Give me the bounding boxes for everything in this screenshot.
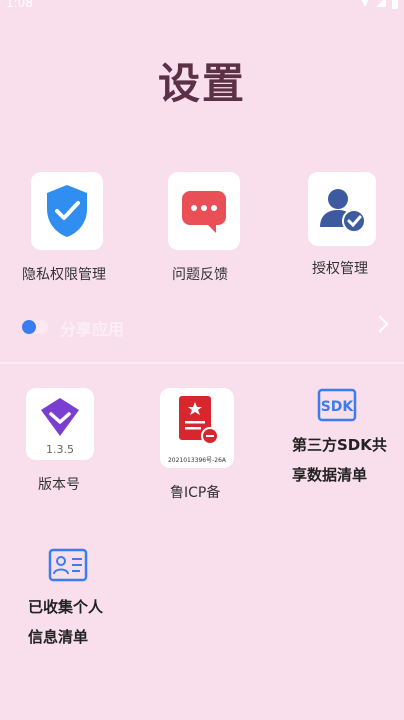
feedback-label: 问题反馈 [172, 267, 228, 283]
sdk-badge-text: SDK [321, 399, 355, 415]
wifi-icon [360, 0, 370, 7]
personal-info-label-line2: 信息清单 [28, 628, 89, 646]
sdk-label-line1: 第三方SDK共 [292, 436, 387, 454]
sdk-list-button[interactable]: SDK 第三方SDK共 享数据清单 [290, 386, 394, 490]
share-dot-icon [22, 320, 36, 334]
chevron-right-icon [371, 315, 389, 333]
status-time: 1:08 [6, 0, 33, 10]
divider [0, 362, 404, 364]
chat-bubble-icon [182, 191, 226, 233]
privacy-permission-label: 隐私权限管理 [22, 267, 106, 283]
status-bar: 1:08 [0, 0, 404, 14]
share-app-row[interactable]: 分享应用 [0, 310, 404, 346]
icp-number-text: 2021013396号-26A [167, 457, 227, 464]
version-badge-icon [41, 398, 79, 436]
share-app-label: 分享应用 [60, 320, 125, 339]
id-card-icon [48, 548, 88, 582]
icp-label: 鲁ICP备 [170, 485, 221, 501]
page-title: 设置 [157, 59, 246, 108]
feedback-button[interactable] [168, 172, 240, 250]
authorization-label: 授权管理 [312, 261, 368, 277]
authorization-button[interactable] [308, 172, 376, 246]
icp-button[interactable]: 2021013396号-26A [160, 388, 234, 468]
version-button[interactable]: 1.3.5 [26, 388, 94, 460]
personal-info-label-line1: 已收集个人 [28, 598, 104, 616]
sdk-label-line2: 享数据清单 [292, 466, 368, 484]
version-label: 版本号 [38, 477, 80, 493]
signal-icon [376, 0, 386, 7]
battery-icon [392, 0, 398, 9]
version-number: 1.3.5 [46, 443, 74, 456]
shield-check-icon [47, 185, 87, 237]
user-check-icon [320, 189, 366, 233]
status-icons [360, 0, 398, 9]
certificate-icon [179, 396, 219, 445]
sdk-icon: SDK [317, 388, 357, 422]
personal-info-list-button[interactable]: 已收集个人 信息清单 [26, 546, 136, 656]
privacy-permission-button[interactable] [31, 172, 103, 250]
